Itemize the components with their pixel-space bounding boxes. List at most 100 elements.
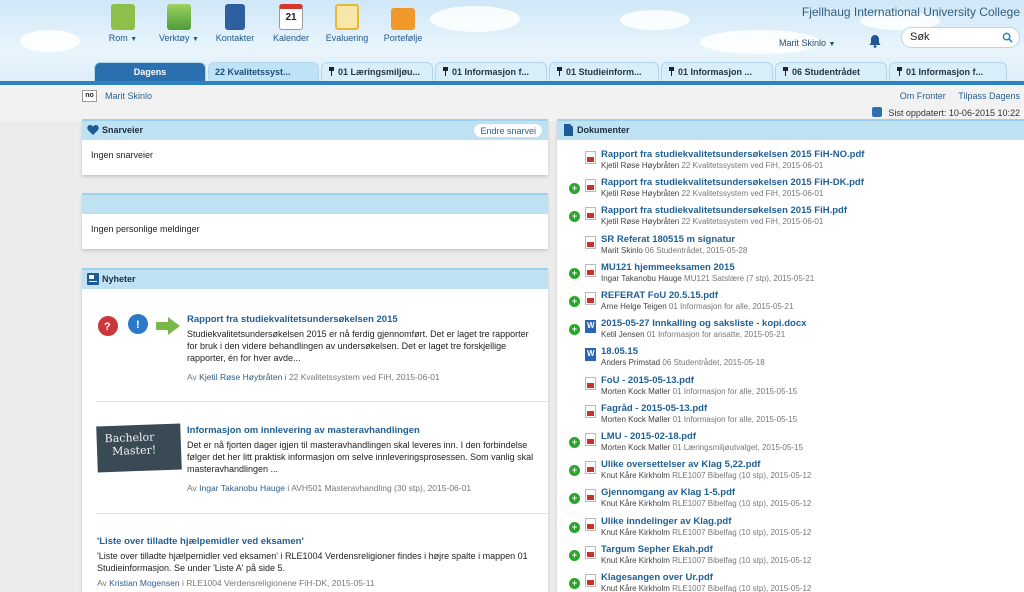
app-evaluation[interactable]: Evaluering	[319, 4, 375, 43]
document-title[interactable]: Targum Sepher Ekah.pdf	[601, 544, 713, 555]
pdf-file-icon	[585, 517, 596, 531]
document-row[interactable]: + MU121 hjemmeeksamen 2015 Ingar Takanobu …	[557, 260, 1023, 288]
pdf-file-icon	[585, 263, 596, 277]
news-item-title[interactable]: Rapport fra studiekvalitetsundersøkelsen…	[187, 314, 537, 325]
current-user-link[interactable]: Marit Skinlo	[105, 91, 152, 101]
evaluation-icon	[335, 4, 359, 30]
tab-informasjon-1[interactable]: 01 Informasjon f...	[435, 62, 547, 81]
document-title[interactable]: Rapport fra studiekvalitetsundersøkelsen…	[601, 149, 864, 160]
university-name: Fjellhaug International University Colle…	[801, 5, 1020, 19]
document-author: Knut Kåre Kirkholm	[601, 471, 670, 481]
tab-label: 22 Kvalitetssyst...	[215, 67, 291, 77]
feedback-icon: ? !	[98, 314, 180, 336]
search-icon[interactable]	[1002, 32, 1013, 43]
app-tools-label: Verktøy	[159, 33, 190, 43]
document-title[interactable]: LMU - 2015-02-18.pdf	[601, 431, 696, 442]
new-badge-icon: +	[569, 578, 580, 589]
rss-icon[interactable]	[872, 107, 883, 117]
document-title[interactable]: Gjennomgang av Klag 1-5.pdf	[601, 487, 735, 498]
documents-header: Dokumenter	[557, 119, 1024, 140]
contacts-icon	[225, 4, 245, 30]
news-item-body: 'Liste over tilladte hjælpemidler ved ek…	[97, 551, 528, 573]
document-title[interactable]: Fagråd - 2015-05-13.pdf	[601, 403, 707, 414]
pdf-file-icon	[585, 235, 596, 249]
user-menu[interactable]: Marit Skinlo ▼	[779, 38, 835, 48]
document-title[interactable]: REFERAT FoU 20.5.15.pdf	[601, 290, 718, 301]
app-contacts[interactable]: Kontakter	[207, 4, 263, 43]
document-row[interactable]: + Klagesangen over Ur.pdf Knut Kåre Kirkho…	[557, 570, 1023, 592]
tab-informasjon-2[interactable]: 01 Informasjon ...	[661, 62, 773, 81]
pin-icon	[329, 67, 334, 76]
document-author: Kjetil Røse Høybråten	[601, 161, 680, 170]
document-row[interactable]: Rapport fra studiekvalitetsundersøkelsen…	[557, 147, 1023, 175]
document-title[interactable]: Rapport fra studiekvalitetsundersøkelsen…	[601, 205, 847, 216]
tab-informasjon-3[interactable]: 01 Informasjon f...	[889, 62, 1007, 81]
document-title[interactable]: Rapport fra studiekvalitetsundersøkelsen…	[601, 177, 864, 188]
news-item-title[interactable]: 'Liste over tilladte hjælpemidler ved ek…	[97, 536, 537, 547]
tab-label: 01 Informasjon ...	[678, 67, 753, 77]
new-badge-icon: +	[569, 493, 580, 505]
news-item-author[interactable]: Ingar Takanobu Hauge	[199, 483, 285, 493]
document-source: 01 Informasjon for alle, 2015-05-21	[668, 302, 794, 311]
document-title[interactable]: Klagesangen over Ur.pdf	[601, 572, 713, 583]
pdf-file-icon	[585, 376, 596, 390]
document-row[interactable]: + Rapport fra studiekvalitetsundersøkelse…	[557, 203, 1023, 231]
tab-studieinformasjon[interactable]: 01 Studieinform...	[549, 62, 659, 81]
new-badge-icon: +	[569, 549, 580, 561]
top-links: Om Fronter Tilpass Dagens	[890, 91, 1020, 101]
document-row[interactable]: + Targum Sepher Ekah.pdf Knut Kåre Kirkhol…	[557, 542, 1023, 570]
news-item-title[interactable]: Informasjon om innlevering av masteravha…	[187, 425, 537, 436]
document-row[interactable]: +2015-05-27 Innkalling og saksliste - ko…	[557, 316, 1023, 344]
tab-label: Dagens	[133, 67, 167, 77]
document-row[interactable]: SR Referat 180515 m signatur Marit Skinlo…	[557, 232, 1023, 260]
document-row[interactable]: + Rapport fra studiekvalitetsundersøkelse…	[557, 175, 1023, 203]
document-row[interactable]: 18.05.15Anders Primstad 06 Studentrådet,…	[557, 344, 1023, 372]
app-room[interactable]: Rom ▼	[95, 4, 151, 43]
document-row[interactable]: + Gjennomgang av Klag 1-5.pdf Knut Kåre Ki…	[557, 485, 1023, 513]
document-author: Ketil Jensen	[601, 330, 645, 340]
news-title: Nyheter	[102, 274, 136, 284]
document-title[interactable]: FoU - 2015-05-13.pdf	[601, 375, 694, 386]
customize-dagens-link[interactable]: Tilpass Dagens	[958, 91, 1020, 101]
tab-laeringsmiljo[interactable]: 01 Læringsmiljøu...	[321, 62, 433, 81]
document-row[interactable]: Fagråd - 2015-05-13.pdf Morten Kock Mølle…	[557, 401, 1023, 429]
document-author: Kjetil Røse Høybråten	[601, 189, 680, 199]
document-row[interactable]: + Ulike oversettelser av Klag 5,22.pdf Knu…	[557, 457, 1023, 485]
document-source: 22 Kvalitetssystem ved FiH, 2015-06-01	[681, 217, 824, 227]
document-title[interactable]: Ulike oversettelser av Klag 5,22.pdf	[601, 459, 760, 470]
tab-kvalitetssystem[interactable]: 22 Kvalitetssyst...	[208, 62, 319, 81]
about-fronter-link[interactable]: Om Fronter	[900, 91, 946, 101]
document-source: 06 Studentrådet, 2015-05-28	[645, 245, 748, 255]
document-source: 22 Kvalitetssystem ved FiH, 2015-06-01	[681, 161, 824, 170]
edit-shortcut-button[interactable]: Endre snarvei	[473, 123, 543, 138]
app-calendar-label: Kalender	[272, 33, 310, 43]
document-title[interactable]: Ulike inndelinger av Klag.pdf	[601, 516, 731, 527]
tab-dagens[interactable]: Dagens	[94, 62, 206, 81]
document-source: 01 Informasjon for alle, 2015-05-15	[672, 386, 798, 396]
pdf-file-icon	[585, 545, 596, 559]
language-badge[interactable]: no	[82, 90, 97, 102]
document-title[interactable]: MU121 hjemmeeksamen 2015	[601, 262, 735, 273]
app-portfolio[interactable]: Portefølje	[375, 4, 431, 43]
news-item-author[interactable]: Kjetil Røse Høybråten	[199, 372, 282, 382]
document-title[interactable]: 2015-05-27 Innkalling og saksliste - kop…	[601, 318, 806, 329]
document-row[interactable]: + Ulike inndelinger av Klag.pdf Knut Kåre …	[557, 514, 1023, 542]
tab-studentradet[interactable]: 06 Studentrådet	[775, 62, 887, 81]
document-title[interactable]: 18.05.15	[601, 346, 638, 357]
app-calendar[interactable]: 21 Kalender	[263, 4, 319, 43]
search-input[interactable]: Søk	[901, 27, 1020, 48]
document-row[interactable]: FoU - 2015-05-13.pdf Morten Kock Møller 0…	[557, 373, 1023, 401]
chevron-down-icon: ▼	[192, 36, 199, 43]
document-title[interactable]: SR Referat 180515 m signatur	[601, 234, 735, 245]
app-evaluation-label: Evaluering	[325, 33, 369, 43]
new-badge-icon: +	[569, 183, 580, 195]
document-author: Ingar Takanobu Hauge	[601, 273, 682, 283]
app-tools[interactable]: Verktøy ▼	[151, 4, 207, 43]
bell-icon[interactable]	[868, 34, 882, 48]
document-meta: Morten Kock Møller 01 Informasjon for al…	[601, 415, 797, 424]
news-item-author[interactable]: Kristian Mogensen	[109, 578, 179, 588]
pin-icon	[669, 67, 674, 76]
document-row[interactable]: + REFERAT FoU 20.5.15.pdf Arne Helge Teige…	[557, 288, 1023, 316]
document-row[interactable]: + LMU - 2015-02-18.pdf Morten Kock Møller …	[557, 429, 1023, 457]
pin-icon	[783, 67, 788, 76]
